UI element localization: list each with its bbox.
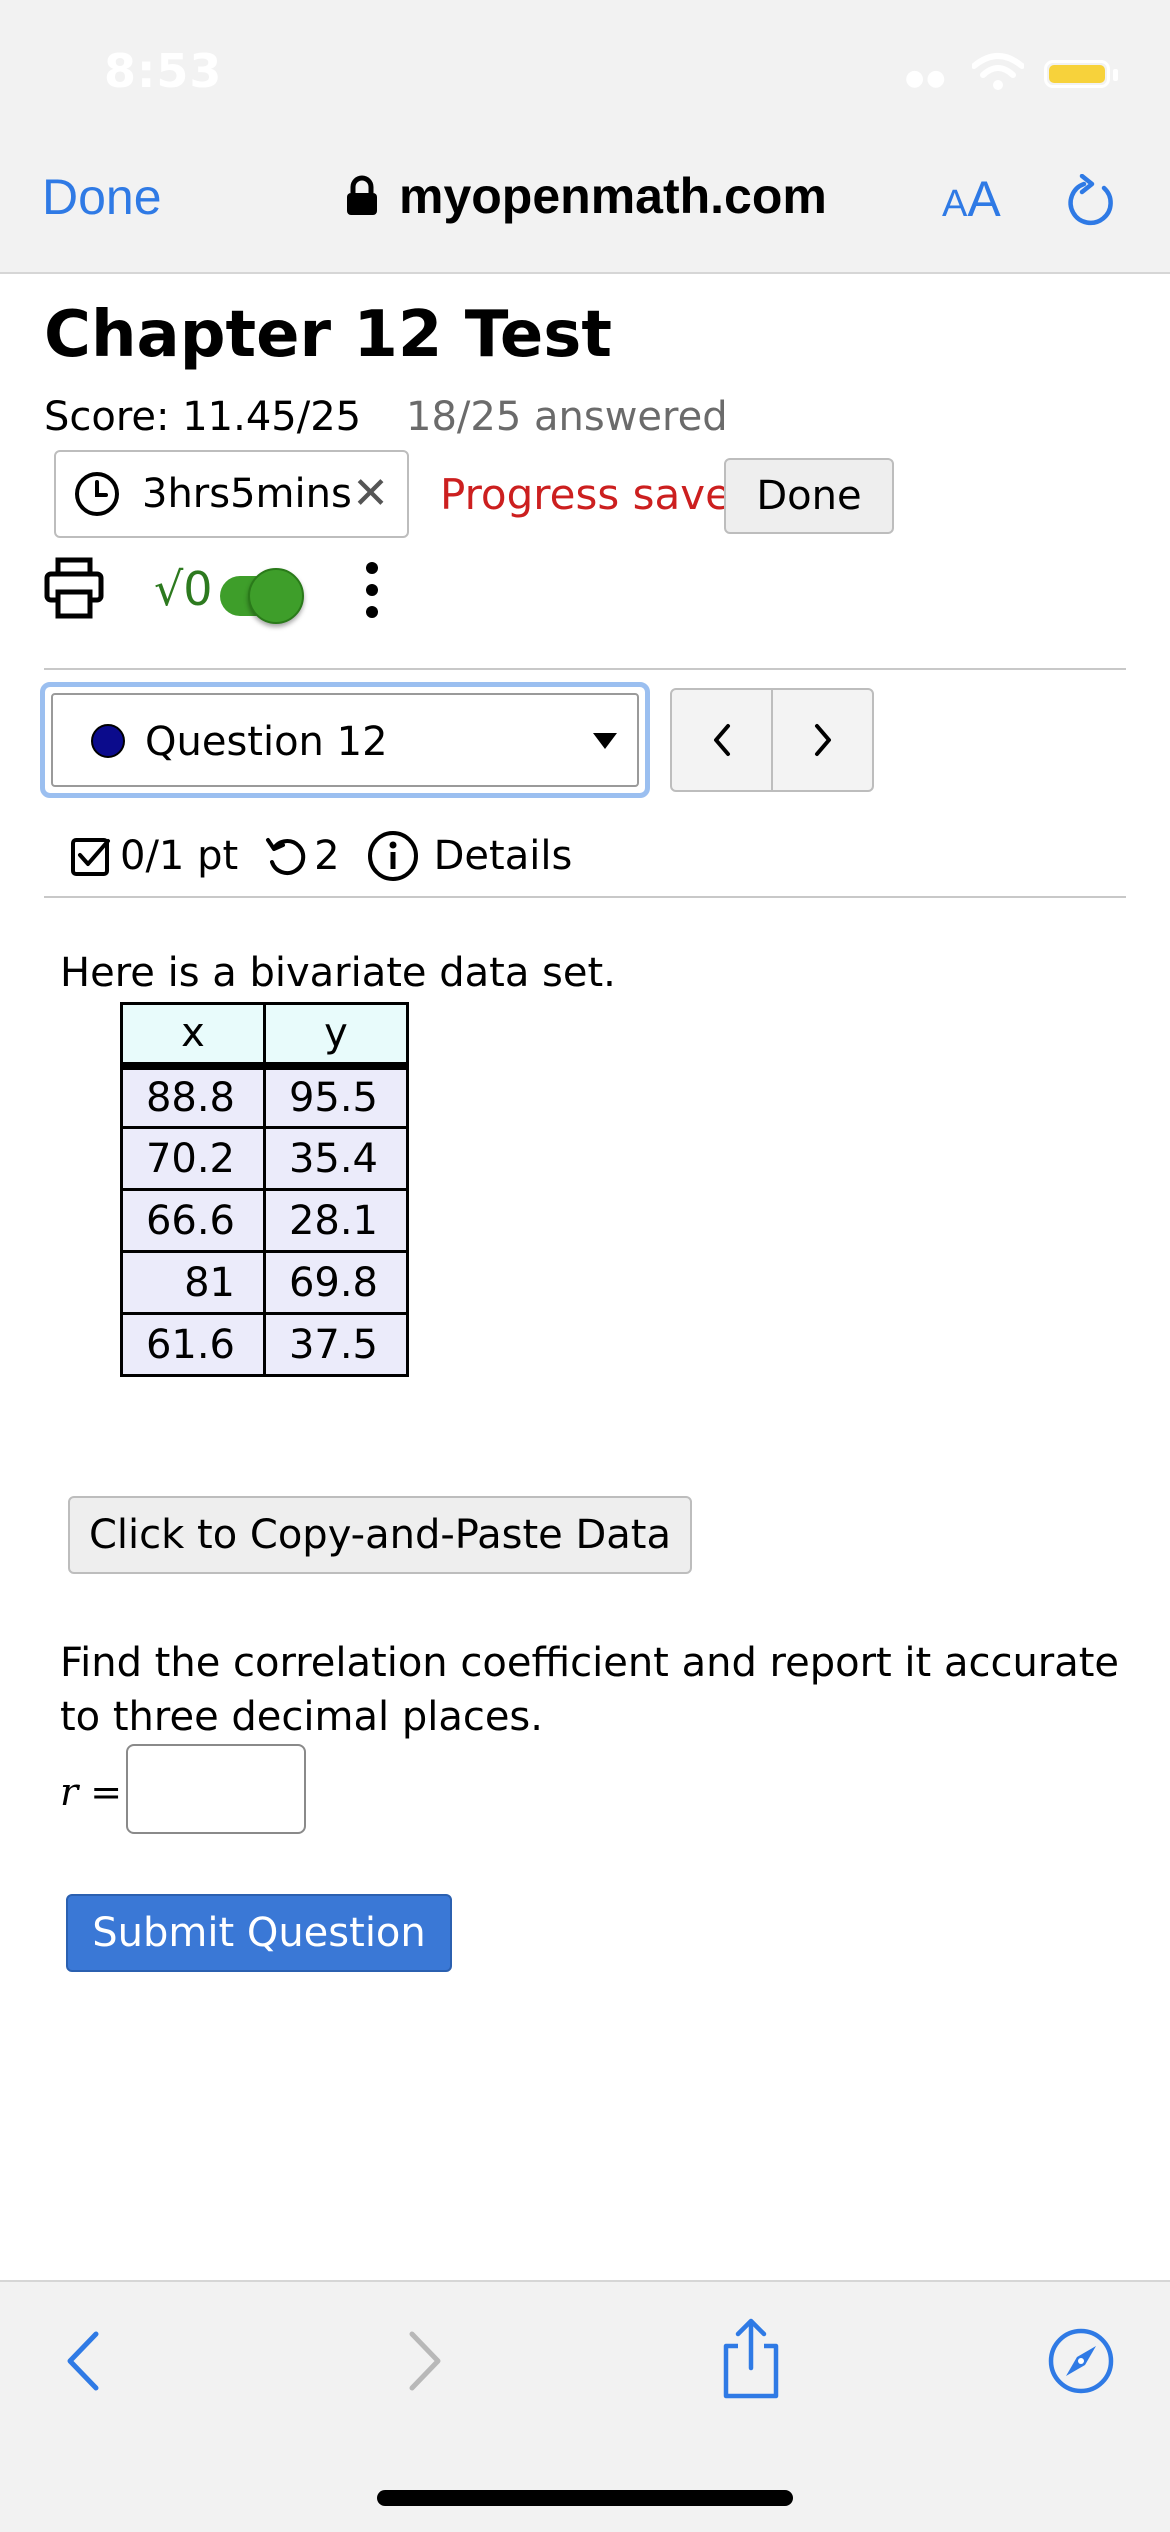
- caret-down-icon: [593, 733, 617, 749]
- status-time: 8:53: [104, 44, 223, 98]
- table-row: 70.2 35.4: [120, 1126, 409, 1191]
- question-select-label: Question 12: [145, 719, 388, 765]
- table-row: 88.8 95.5: [120, 1064, 409, 1129]
- table-cell: 35.4: [263, 1126, 409, 1191]
- timer-text: 3hrs5mins: [142, 471, 352, 517]
- question-prompt: Find the correlation coefficient and rep…: [60, 1640, 1120, 1740]
- address-bar[interactable]: myopenmath.com: [345, 164, 827, 228]
- attempts-count: 2: [314, 833, 340, 879]
- compass-icon[interactable]: [1046, 2326, 1116, 2396]
- divider: [44, 896, 1126, 898]
- print-icon[interactable]: [44, 556, 104, 620]
- signal-icon: ●●: [905, 66, 948, 91]
- table-cell: 61.6: [120, 1312, 266, 1377]
- kebab-menu-icon[interactable]: [362, 562, 382, 624]
- question-status-dot: [91, 724, 125, 758]
- browser-nav-bar: Done myopenmath.com AA: [0, 130, 1170, 274]
- table-header-x: x: [120, 1002, 266, 1070]
- table-cell: 28.1: [263, 1188, 409, 1253]
- answer-input[interactable]: [126, 1744, 306, 1834]
- previous-question-button[interactable]: [670, 688, 772, 792]
- home-indicator: [377, 2490, 793, 2506]
- table-row: 66.6 28.1: [120, 1188, 409, 1253]
- text-size-small: A: [942, 183, 968, 225]
- answered-count: 18/25 answered: [406, 394, 728, 440]
- answer-label: r =: [60, 1770, 122, 1814]
- copy-data-button[interactable]: Click to Copy-and-Paste Data: [68, 1496, 692, 1574]
- battery-icon: [1044, 60, 1110, 88]
- table-cell: 70.2: [120, 1126, 266, 1191]
- question-intro: Here is a bivariate data set.: [60, 950, 616, 996]
- info-icon[interactable]: [366, 829, 420, 883]
- table-cell: 37.5: [263, 1312, 409, 1377]
- answer-equals: =: [90, 1770, 123, 1814]
- table-header-row: x y: [120, 1002, 409, 1070]
- table-header-y: y: [263, 1002, 409, 1070]
- timer-box: 3hrs5mins ✕: [54, 450, 409, 538]
- share-icon[interactable]: [716, 2316, 786, 2402]
- retry-icon: [266, 838, 306, 876]
- data-table: x y 88.8 95.5 70.2 35.4 66.6 28.1 81 69.…: [120, 1002, 409, 1377]
- table-cell: 69.8: [263, 1250, 409, 1315]
- chevron-right-icon: [814, 724, 831, 756]
- details-link[interactable]: Details: [434, 833, 573, 879]
- page-title: Chapter 12 Test: [44, 298, 612, 372]
- checkbox-icon: [71, 838, 110, 876]
- clock-icon: [75, 472, 119, 516]
- battery-cap: [1113, 69, 1118, 81]
- toggle-knob[interactable]: [248, 568, 304, 624]
- table-row: 61.6 37.5: [120, 1312, 409, 1377]
- forward-icon[interactable]: [398, 2326, 448, 2396]
- close-icon[interactable]: ✕: [352, 470, 389, 518]
- table-cell: 88.8: [120, 1064, 266, 1129]
- points-text: 0/1 pt: [120, 833, 239, 879]
- next-question-button[interactable]: [772, 688, 874, 792]
- score-text: Score: 11.45/25: [44, 394, 362, 440]
- math-entry-icon: √0: [154, 562, 213, 616]
- table-row: 81 69.8: [120, 1250, 409, 1315]
- status-bar: 8:53 ●●: [0, 0, 1170, 130]
- table-cell: 66.6: [120, 1188, 266, 1253]
- question-select[interactable]: Question 12: [40, 682, 650, 798]
- submit-question-button[interactable]: Submit Question: [66, 1894, 452, 1972]
- lock-icon: [347, 175, 377, 215]
- progress-status: Progress saved: [440, 470, 758, 519]
- answer-variable: r: [60, 1770, 79, 1814]
- divider: [44, 668, 1126, 670]
- url-text: myopenmath.com: [399, 168, 827, 224]
- text-size-button[interactable]: AA: [942, 170, 1001, 228]
- text-size-large: A: [967, 171, 1001, 227]
- table-cell: 95.5: [263, 1064, 409, 1129]
- chevron-left-icon: [713, 724, 730, 756]
- back-icon[interactable]: [60, 2326, 110, 2396]
- done-button[interactable]: Done: [724, 458, 894, 534]
- reload-icon[interactable]: [1064, 174, 1118, 230]
- wifi-icon: [972, 53, 1024, 90]
- table-cell: 81: [120, 1250, 266, 1315]
- browser-done-button[interactable]: Done: [42, 168, 162, 226]
- question-meta: 0/1 pt 2 Details: [70, 826, 572, 886]
